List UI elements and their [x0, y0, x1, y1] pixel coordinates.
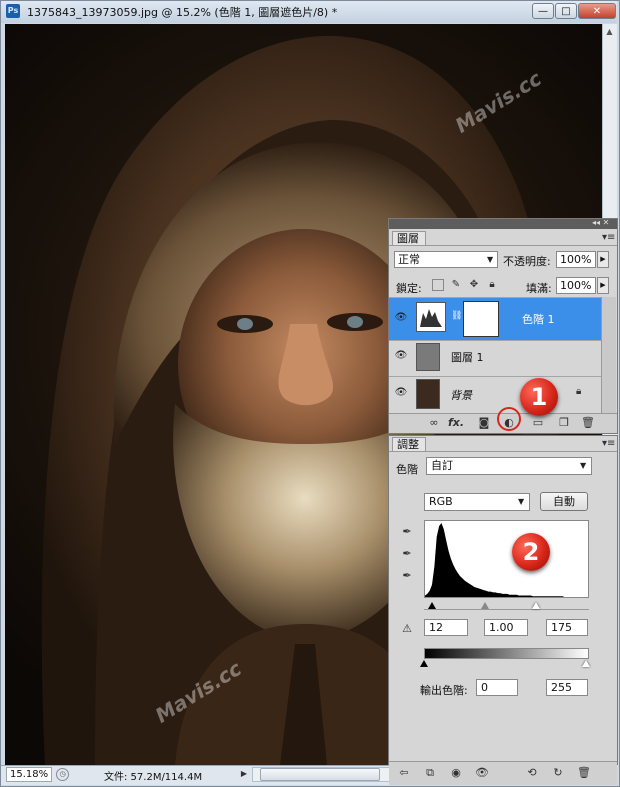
- new-layer-icon[interactable]: ❐: [556, 415, 572, 431]
- input-white-field[interactable]: 175: [546, 619, 588, 636]
- chevron-down-icon[interactable]: ▼: [487, 255, 493, 264]
- chevron-down-icon[interactable]: ▼: [580, 461, 586, 470]
- layers-scrollbar[interactable]: [601, 297, 616, 413]
- layer-name[interactable]: 色階 1: [522, 311, 555, 327]
- maximize-button[interactable]: □: [555, 3, 577, 19]
- photoshop-icon: Ps: [6, 4, 20, 18]
- reset-icon[interactable]: ↻: [550, 765, 566, 781]
- white-point-eyedropper-icon[interactable]: ✒: [400, 568, 414, 584]
- status-menu-arrow-icon[interactable]: ▶: [238, 767, 250, 781]
- output-levels-label: 輸出色階:: [420, 684, 468, 697]
- output-black-field[interactable]: 0: [476, 679, 518, 696]
- preset-select[interactable]: 自訂: [426, 457, 592, 475]
- zoom-icon[interactable]: ◷: [56, 768, 69, 781]
- layer-name[interactable]: 背景: [450, 387, 472, 403]
- input-black-slider[interactable]: [428, 602, 436, 609]
- clipping-warning-icon[interactable]: ⚠: [398, 621, 416, 637]
- mask-link-icon[interactable]: ⛓: [451, 311, 462, 321]
- expand-view-icon[interactable]: ⧉: [422, 765, 438, 781]
- divider: [389, 245, 617, 246]
- zoom-level-field[interactable]: 15.18%: [6, 767, 52, 782]
- tab-adjustments[interactable]: 調整: [392, 437, 426, 452]
- background-thumbnail: [416, 379, 440, 409]
- lock-transparent-icon[interactable]: [432, 279, 444, 291]
- output-black-slider[interactable]: [420, 660, 428, 667]
- channel-select[interactable]: RGB: [424, 493, 530, 511]
- highlight-ring: [497, 407, 521, 431]
- lock-image-icon[interactable]: ✎: [450, 279, 462, 291]
- visibility-eye-icon[interactable]: 👁︎: [394, 387, 408, 399]
- output-levels-gradient: [424, 648, 589, 659]
- layer-name[interactable]: 圖層 1: [451, 349, 484, 365]
- link-icon[interactable]: ∞: [426, 415, 442, 431]
- minimize-button[interactable]: —: [532, 3, 554, 19]
- levels-label: 色階: [396, 463, 418, 476]
- opacity-label: 不透明度:: [503, 255, 551, 268]
- visibility-eye-icon[interactable]: 👁︎: [474, 765, 490, 781]
- blend-mode-select[interactable]: 正常: [394, 251, 498, 268]
- step-marker: 1: [520, 378, 558, 416]
- histogram: [424, 520, 589, 598]
- lock-label: 鎖定:: [396, 282, 422, 295]
- fill-slider-arrow-icon[interactable]: ▶: [597, 277, 609, 294]
- black-point-eyedropper-icon[interactable]: ✒: [400, 524, 414, 540]
- mask-icon[interactable]: ◙: [476, 415, 492, 431]
- step-marker: 2: [512, 533, 550, 571]
- clip-to-layer-icon[interactable]: ◉: [448, 765, 464, 781]
- input-gray-field[interactable]: 1.00: [484, 619, 528, 636]
- lock-all-icon[interactable]: 🔒︎: [486, 279, 498, 291]
- collapse-panels-icon[interactable]: ◂◂ ✕: [592, 218, 609, 227]
- histogram-graph: [425, 523, 564, 597]
- window-title: 1375843_13973059.jpg @ 15.2% (色階 1, 圖層遮色…: [27, 6, 338, 19]
- panel-menu-icon[interactable]: ▾≡: [602, 232, 615, 243]
- scroll-up-arrow-icon[interactable]: ▲: [603, 25, 616, 38]
- view-previous-icon[interactable]: ⟲: [524, 765, 540, 781]
- panel-menu-icon[interactable]: ▾≡: [602, 438, 615, 449]
- gray-point-eyedropper-icon[interactable]: ✒: [400, 546, 414, 562]
- layer-thumbnail: [416, 343, 440, 371]
- horizontal-scroll-thumb[interactable]: [260, 768, 380, 781]
- visibility-eye-icon[interactable]: 👁︎: [394, 350, 408, 362]
- chevron-down-icon[interactable]: ▼: [518, 497, 524, 506]
- adjustments-panel: [388, 435, 618, 765]
- input-black-field[interactable]: 12: [424, 619, 468, 636]
- opacity-input[interactable]: 100%: [556, 251, 596, 268]
- input-white-slider[interactable]: [532, 602, 540, 609]
- input-gray-slider[interactable]: [481, 602, 489, 609]
- opacity-slider-arrow-icon[interactable]: ▶: [597, 251, 609, 268]
- levels-adjustment-thumbnail: [416, 302, 446, 332]
- back-arrow-icon[interactable]: ⇦: [396, 765, 412, 781]
- input-slider-track: [424, 609, 589, 610]
- visibility-eye-icon[interactable]: 👁︎: [394, 312, 408, 324]
- fx-icon[interactable]: fx.: [448, 415, 464, 431]
- group-icon[interactable]: ▭: [530, 415, 546, 431]
- fill-label: 填滿:: [526, 282, 552, 295]
- layer-mask-thumbnail[interactable]: [463, 301, 499, 337]
- close-button[interactable]: ✕: [578, 3, 616, 19]
- divider: [389, 451, 617, 452]
- output-white-slider[interactable]: [582, 660, 590, 667]
- lock-position-icon[interactable]: ✥: [468, 279, 480, 291]
- auto-button[interactable]: 自動: [540, 492, 588, 511]
- trash-icon[interactable]: 🗑︎: [576, 765, 592, 781]
- trash-icon[interactable]: 🗑︎: [580, 415, 596, 431]
- document-size-info: 文件: 57.2M/114.4M: [104, 772, 203, 783]
- lock-icon: 🔒︎: [576, 386, 582, 397]
- tab-layers[interactable]: 圖層: [392, 231, 426, 246]
- panel-dock-strip[interactable]: [389, 219, 617, 229]
- fill-input[interactable]: 100%: [556, 277, 596, 294]
- output-white-field[interactable]: 255: [546, 679, 588, 696]
